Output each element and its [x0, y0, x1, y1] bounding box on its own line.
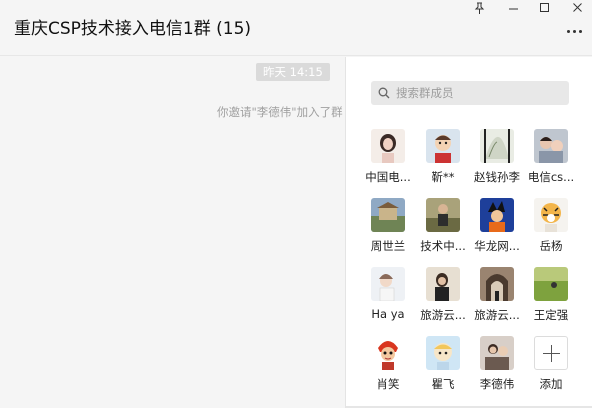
member-name: 旅游云...	[474, 308, 520, 322]
avatar	[534, 267, 568, 301]
avatar	[480, 267, 514, 301]
chat-title: 重庆CSP技术接入电信1群 (15)	[14, 19, 252, 39]
time-badge: 昨天 14:15	[256, 63, 330, 81]
member-item[interactable]: 靳**	[416, 129, 470, 199]
search-icon	[378, 87, 390, 99]
member-item[interactable]: 瞿飞	[416, 336, 470, 406]
avatar	[371, 267, 405, 301]
avatar	[426, 267, 460, 301]
member-name: 岳杨	[539, 239, 563, 253]
more-icon[interactable]	[564, 24, 584, 38]
close-icon[interactable]	[565, 0, 589, 16]
member-name: 肖笑	[376, 377, 400, 391]
member-item[interactable]: 旅游云...	[470, 267, 524, 337]
member-item[interactable]: 华龙网...	[470, 198, 524, 268]
avatar	[371, 129, 405, 163]
avatar	[371, 198, 405, 232]
add-label: 添加	[539, 377, 563, 391]
member-name: 中国电...	[365, 170, 411, 184]
member-item[interactable]: 技术中...	[416, 198, 470, 268]
member-name: 技术中...	[420, 239, 466, 253]
avatar	[480, 198, 514, 232]
pin-icon[interactable]	[467, 0, 491, 16]
member-item[interactable]: 王定强	[524, 267, 578, 337]
avatar	[426, 198, 460, 232]
member-item[interactable]: 电信cs...	[524, 129, 578, 199]
member-name: 华龙网...	[474, 239, 520, 253]
add-member-button[interactable]: 添加	[524, 336, 578, 406]
member-name: 周世兰	[370, 239, 406, 253]
avatar	[480, 336, 514, 370]
member-item[interactable]: Ha ya	[361, 267, 415, 337]
member-name: 李德伟	[479, 377, 515, 391]
system-message: 你邀请"李德伟"加入了群	[217, 105, 343, 119]
member-name: Ha ya	[371, 307, 405, 321]
avatar	[480, 129, 514, 163]
maximize-icon[interactable]	[532, 0, 556, 16]
member-name: 赵钱孙李	[474, 170, 520, 184]
member-item[interactable]: 旅游云...	[416, 267, 470, 337]
member-name: 瞿飞	[431, 377, 455, 391]
member-item[interactable]: 周世兰	[361, 198, 415, 268]
avatar	[371, 336, 405, 370]
member-item[interactable]: 岳杨	[524, 198, 578, 268]
member-name: 王定强	[533, 308, 569, 322]
member-item[interactable]: 赵钱孙李	[470, 129, 524, 199]
plus-icon	[534, 336, 568, 370]
member-panel: 中国电... 靳** 赵钱孙李 电信cs... 周世兰 技术中...	[345, 57, 592, 408]
avatar	[534, 198, 568, 232]
avatar	[534, 129, 568, 163]
member-item[interactable]: 李德伟	[470, 336, 524, 406]
minimize-icon[interactable]	[501, 0, 525, 16]
avatar	[426, 336, 460, 370]
member-item[interactable]: 肖笑	[361, 336, 415, 406]
member-search-input[interactable]	[396, 82, 556, 104]
member-name: 电信cs...	[527, 170, 575, 184]
chat-area: 昨天 14:15 你邀请"李德伟"加入了群	[0, 57, 345, 408]
member-name: 靳**	[431, 170, 455, 184]
member-name: 旅游云...	[420, 308, 466, 322]
member-item[interactable]: 中国电...	[361, 129, 415, 199]
title-bar: 重庆CSP技术接入电信1群 (15)	[0, 0, 592, 56]
member-search-box[interactable]	[371, 81, 569, 105]
avatar	[426, 129, 460, 163]
